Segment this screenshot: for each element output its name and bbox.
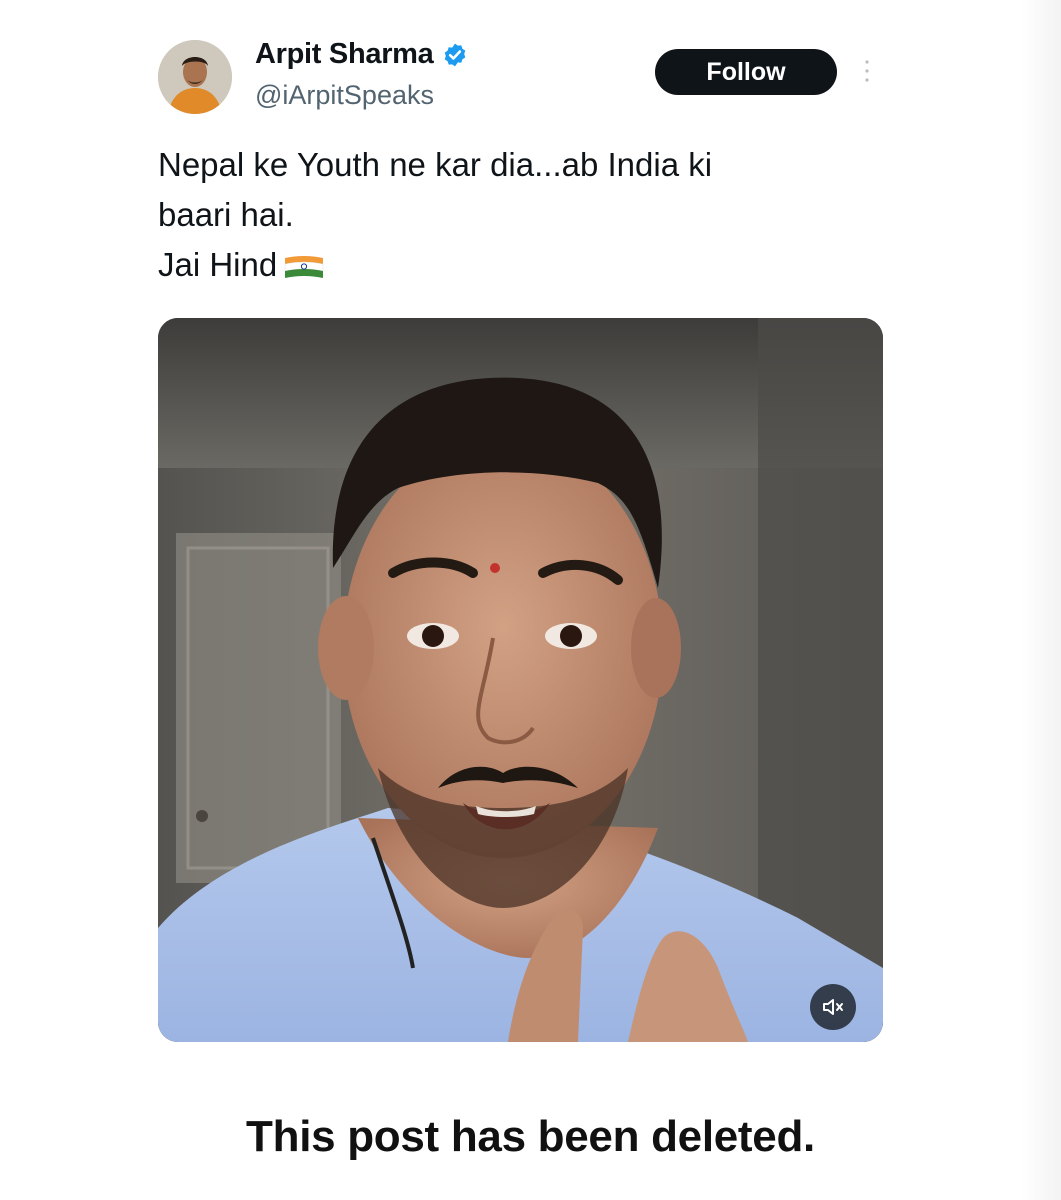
- page-edge-shading: [1021, 0, 1061, 1200]
- author-display-name[interactable]: Arpit Sharma: [255, 38, 434, 71]
- author-name-row: Arpit Sharma: [255, 38, 468, 71]
- post-text-line: Jai Hind: [158, 246, 278, 283]
- post-header: Arpit Sharma @iArpitSpeaks Follow: [0, 0, 1061, 130]
- post-text-line: Nepal ke Youth ne kar dia...ab India ki: [158, 146, 713, 183]
- video-frame-image: [158, 318, 883, 1042]
- deleted-notice: This post has been deleted.: [246, 1112, 815, 1161]
- author-handle[interactable]: @iArpitSpeaks: [255, 80, 434, 111]
- follow-button[interactable]: Follow: [655, 49, 837, 95]
- speaker-muted-icon: [823, 999, 843, 1015]
- video-player[interactable]: [158, 318, 883, 1042]
- avatar[interactable]: [158, 40, 232, 114]
- profile-photo-icon: [158, 40, 232, 114]
- mute-toggle-button[interactable]: [810, 984, 856, 1030]
- post-text: Nepal ke Youth ne kar dia...ab India ki …: [158, 140, 878, 290]
- verified-badge-icon: [442, 42, 468, 68]
- flag-india-icon: [283, 246, 325, 278]
- more-vertical-icon[interactable]: [862, 56, 872, 86]
- post-text-line: baari hai.: [158, 196, 294, 233]
- post-text-line-with-emoji: Jai Hind: [158, 240, 878, 290]
